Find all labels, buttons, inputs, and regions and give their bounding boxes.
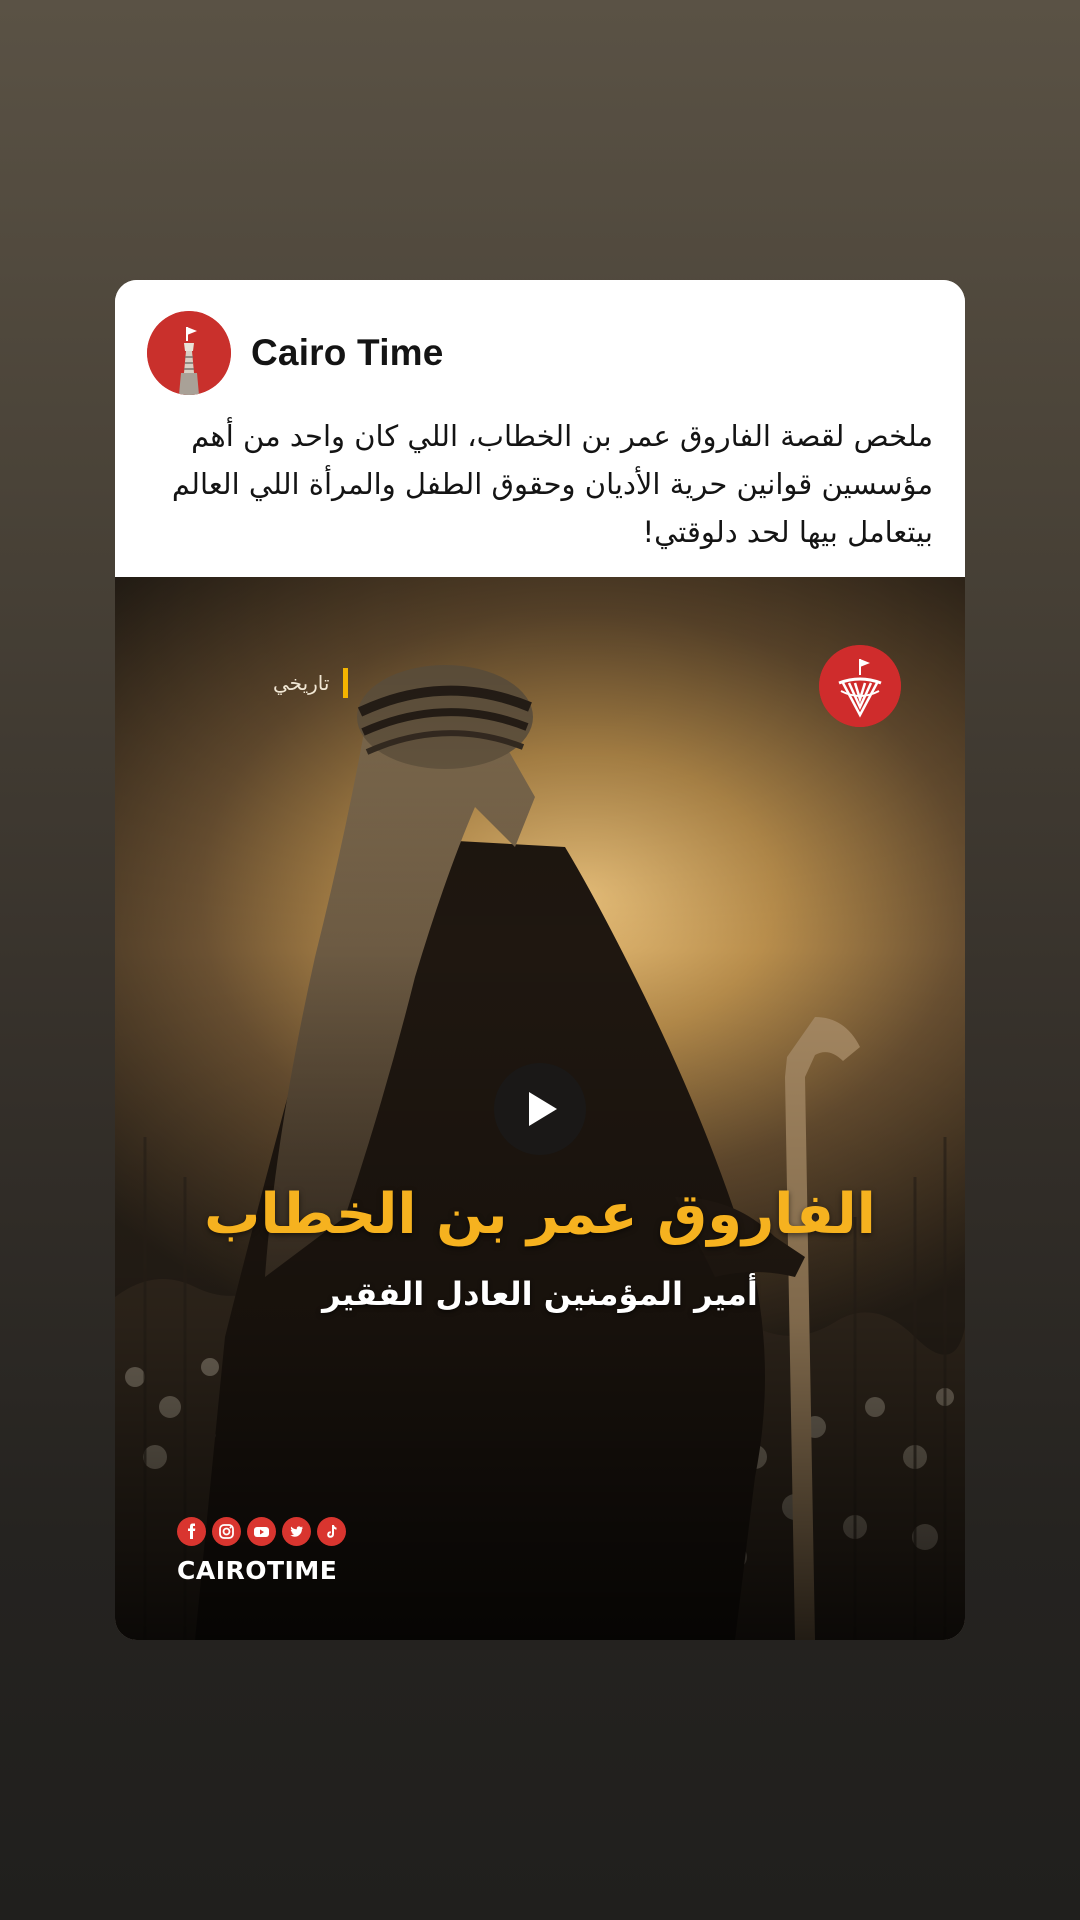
play-button[interactable] <box>494 1063 586 1155</box>
category-accent-bar <box>343 668 349 698</box>
instagram-icon <box>212 1517 241 1546</box>
youtube-icon <box>247 1517 276 1546</box>
tiktok-icon <box>317 1517 346 1546</box>
post-card: Cairo Time ملخص لقصة الفاروق عمر بن الخط… <box>115 280 965 1640</box>
play-icon <box>529 1092 557 1126</box>
page-name[interactable]: Cairo Time <box>251 332 444 374</box>
social-icons-row <box>177 1517 346 1546</box>
avatar[interactable] <box>147 311 231 395</box>
video-headline: الفاروق عمر بن الخطاب <box>204 1182 876 1247</box>
post-caption: ملخص لقصة الفاروق عمر بن الخطاب، اللي كا… <box>171 419 933 549</box>
facebook-icon <box>177 1517 206 1546</box>
cairotime-watermark: CAIROTIME <box>177 1556 338 1585</box>
category-tag: تاريخي <box>273 668 349 698</box>
category-label: تاريخي <box>273 671 330 695</box>
twitter-icon <box>282 1517 311 1546</box>
cairo-tower-logo-icon <box>147 311 231 395</box>
post-header: Cairo Time ملخص لقصة الفاروق عمر بن الخط… <box>115 280 965 577</box>
video-subheadline: أمير المؤمنين العادل الفقير <box>322 1275 758 1313</box>
video-thumbnail[interactable]: تاريخي الفاروق عمر بن الخطاب أمير المؤمن… <box>115 577 965 1640</box>
cairo-time-badge-icon <box>819 645 901 727</box>
